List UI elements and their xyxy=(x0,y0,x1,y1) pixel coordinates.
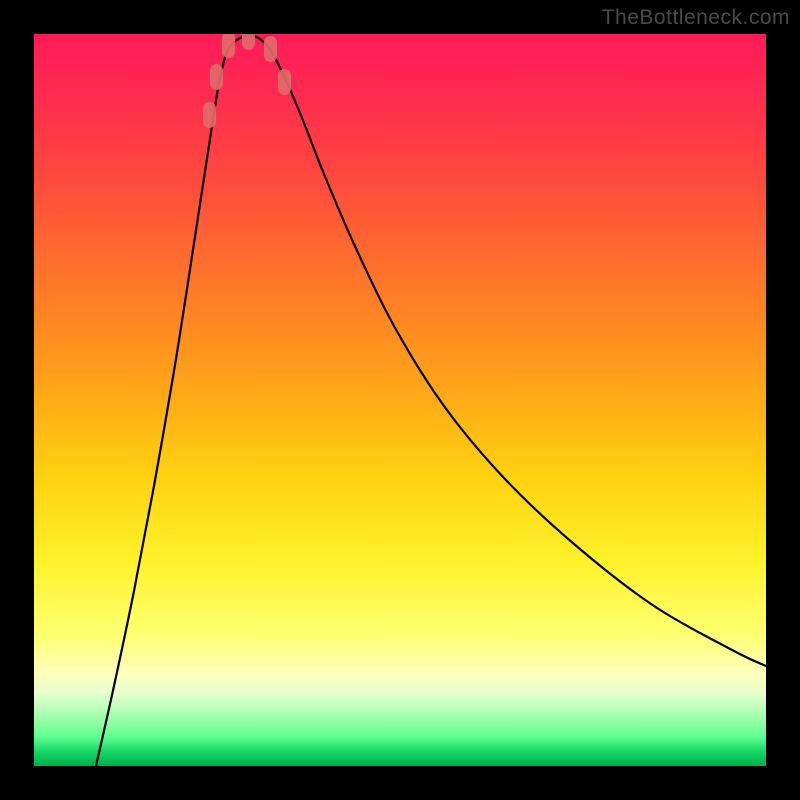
curve-marker xyxy=(278,69,291,95)
curve-layer xyxy=(34,34,766,766)
curve-marker xyxy=(222,34,235,58)
watermark-text: TheBottleneck.com xyxy=(602,6,790,30)
curve-marker xyxy=(264,36,277,62)
curve-marker xyxy=(242,34,255,50)
chart-frame: TheBottleneck.com xyxy=(0,0,800,800)
bottleneck-curve-path xyxy=(96,35,766,766)
curve-marker xyxy=(210,64,223,90)
plot-area xyxy=(34,34,766,766)
curve-markers xyxy=(203,34,291,128)
curve-marker xyxy=(203,102,216,128)
